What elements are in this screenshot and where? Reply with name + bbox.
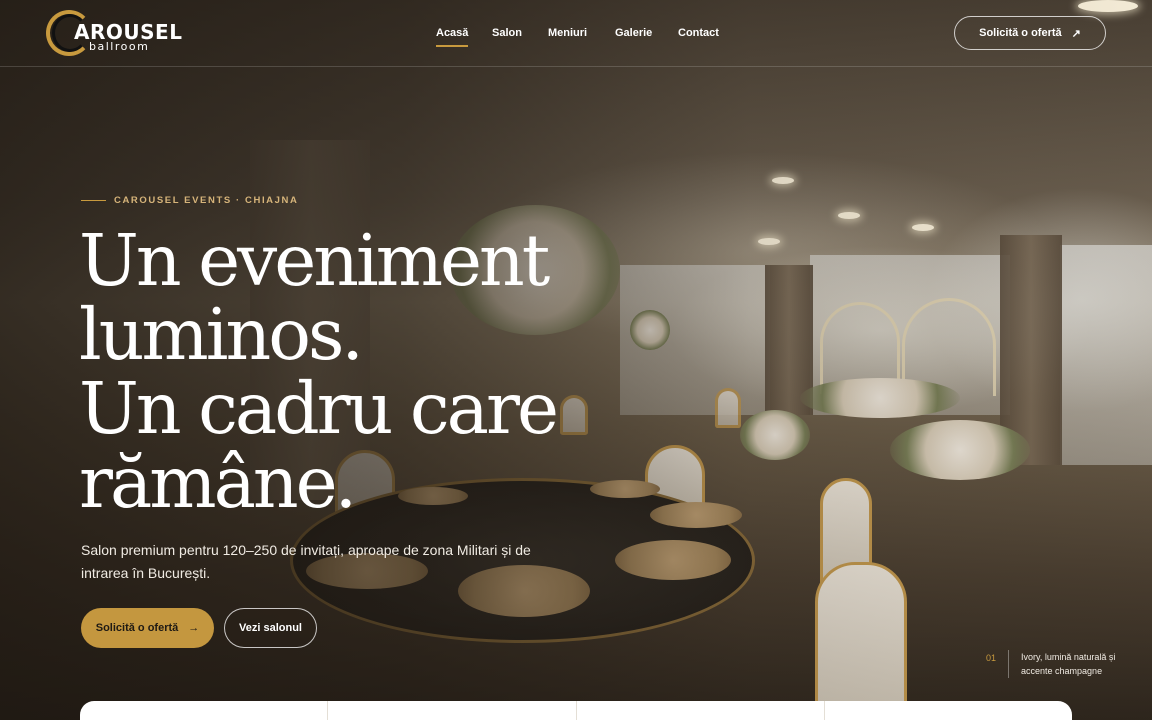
ceiling-light-decoration	[758, 238, 780, 245]
view-salon-button[interactable]: Vezi salonul	[224, 608, 317, 648]
arrow-right-icon: →	[188, 622, 200, 634]
hero-headline: Un eveniment luminos. Un cadru care rămâ…	[79, 224, 639, 520]
nav-link-galerie[interactable]: Galerie	[615, 27, 652, 39]
caption-text: Ivory, lumină naturală și accente champa…	[1021, 652, 1116, 676]
hero-subtext: Salon premium pentru 120–250 de invitați…	[81, 542, 531, 581]
request-offer-button[interactable]: Solicită o ofertă →	[81, 608, 214, 648]
active-underline	[436, 45, 469, 47]
hero-eyebrow: CAROUSEL EVENTS · CHIAJNA	[81, 195, 298, 206]
ceiling-light-decoration	[912, 224, 934, 231]
hero-section: AROUSEL ballroom Acasă Salon Meniuri Gal…	[0, 0, 1152, 720]
headline-line: rămâne.	[79, 441, 357, 524]
nav-link-acasa[interactable]: Acasă	[436, 27, 469, 47]
info-card-cell	[577, 701, 825, 720]
photo-caption: 01 Ivory, lumină naturală și accente cha…	[986, 650, 1131, 678]
window-decoration	[1060, 245, 1152, 465]
plate-decoration	[650, 502, 742, 528]
request-offer-label: Solicită o ofertă	[979, 27, 1062, 39]
arrow-up-right-icon: ↗	[1071, 27, 1081, 40]
chair-decoration	[715, 388, 741, 428]
ceiling-light-decoration	[838, 212, 860, 219]
nav-link-contact[interactable]: Contact	[678, 27, 719, 39]
headline-line: Un cadru care	[79, 367, 559, 450]
info-card-cell	[825, 701, 1072, 720]
ceiling-light-decoration	[772, 177, 794, 184]
eyebrow-line	[81, 200, 106, 201]
request-offer-nav-button[interactable]: Solicită o ofertă ↗	[954, 16, 1106, 50]
caption-index: 01	[986, 653, 997, 663]
logo-subtitle: ballroom	[89, 40, 150, 53]
plate-decoration	[615, 540, 731, 580]
info-card-strip	[80, 701, 1072, 720]
nav-link-salon[interactable]: Salon	[492, 27, 522, 39]
request-offer-label: Solicită o ofertă	[95, 622, 179, 634]
flowers-decoration	[740, 410, 810, 460]
caption-divider	[1008, 650, 1010, 678]
brand-logo[interactable]: AROUSEL ballroom	[46, 10, 182, 58]
eyebrow-text: CAROUSEL EVENTS · CHIAJNA	[114, 195, 299, 206]
info-card-cell	[80, 701, 329, 720]
nav-link-meniuri[interactable]: Meniuri	[548, 27, 587, 39]
headline-line: Un eveniment	[79, 219, 550, 302]
info-card-cell	[328, 701, 577, 720]
top-nav: AROUSEL ballroom Acasă Salon Meniuri Gal…	[0, 0, 1152, 67]
nav-link-label: Acasă	[436, 27, 469, 39]
chair-decoration	[815, 562, 907, 720]
flowers-decoration	[890, 420, 1030, 480]
headline-line: luminos.	[79, 293, 364, 376]
flowers-decoration	[800, 378, 960, 418]
